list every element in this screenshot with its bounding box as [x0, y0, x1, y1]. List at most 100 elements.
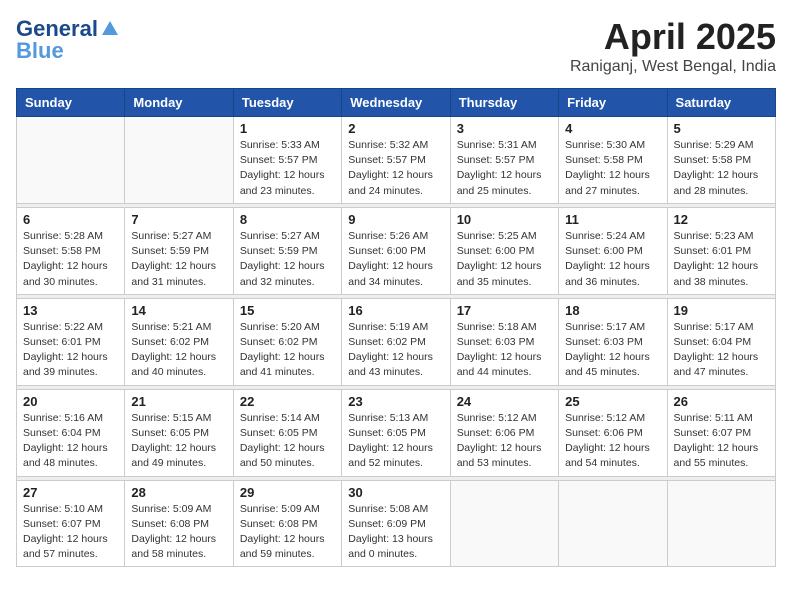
day-number: 10: [457, 212, 552, 227]
day-info: Sunrise: 5:17 AM Sunset: 6:03 PM Dayligh…: [565, 320, 660, 381]
weekday-header: Saturday: [667, 89, 775, 117]
day-number: 2: [348, 121, 443, 136]
calendar-cell: 19 Sunrise: 5:17 AM Sunset: 6:04 PM Dayli…: [667, 298, 775, 385]
day-number: 30: [348, 485, 443, 500]
day-info: Sunrise: 5:25 AM Sunset: 6:00 PM Dayligh…: [457, 229, 552, 290]
day-number: 3: [457, 121, 552, 136]
day-info: Sunrise: 5:23 AM Sunset: 6:01 PM Dayligh…: [674, 229, 769, 290]
day-number: 7: [131, 212, 226, 227]
calendar-cell: [450, 480, 558, 567]
day-info: Sunrise: 5:24 AM Sunset: 6:00 PM Dayligh…: [565, 229, 660, 290]
day-info: Sunrise: 5:28 AM Sunset: 5:58 PM Dayligh…: [23, 229, 118, 290]
day-number: 18: [565, 303, 660, 318]
day-info: Sunrise: 5:27 AM Sunset: 5:59 PM Dayligh…: [240, 229, 335, 290]
calendar-cell: 13 Sunrise: 5:22 AM Sunset: 6:01 PM Dayli…: [17, 298, 125, 385]
day-info: Sunrise: 5:08 AM Sunset: 6:09 PM Dayligh…: [348, 502, 443, 563]
day-number: 21: [131, 394, 226, 409]
calendar-cell: 1 Sunrise: 5:33 AM Sunset: 5:57 PM Daylig…: [233, 117, 341, 204]
day-info: Sunrise: 5:12 AM Sunset: 6:06 PM Dayligh…: [565, 411, 660, 472]
day-info: Sunrise: 5:10 AM Sunset: 6:07 PM Dayligh…: [23, 502, 118, 563]
calendar-cell: [559, 480, 667, 567]
day-info: Sunrise: 5:30 AM Sunset: 5:58 PM Dayligh…: [565, 138, 660, 199]
calendar-table: SundayMondayTuesdayWednesdayThursdayFrid…: [16, 88, 776, 567]
day-info: Sunrise: 5:09 AM Sunset: 6:08 PM Dayligh…: [131, 502, 226, 563]
calendar-cell: 20Sunrise: 5:16 AM Sunset: 6:04 PM Dayli…: [17, 389, 125, 476]
day-number: 29: [240, 485, 335, 500]
calendar-cell: 10 Sunrise: 5:25 AM Sunset: 6:00 PM Dayli…: [450, 207, 558, 294]
calendar-cell: 22 Sunrise: 5:14 AM Sunset: 6:05 PM Dayli…: [233, 389, 341, 476]
day-info: Sunrise: 5:27 AM Sunset: 5:59 PM Dayligh…: [131, 229, 226, 290]
logo: General Blue: [16, 16, 122, 64]
day-info: Sunrise: 5:31 AM Sunset: 5:57 PM Dayligh…: [457, 138, 552, 199]
calendar-cell: 29 Sunrise: 5:09 AM Sunset: 6:08 PM Dayli…: [233, 480, 341, 567]
day-number: 14: [131, 303, 226, 318]
calendar-cell: 14Sunrise: 5:21 AM Sunset: 6:02 PM Dayli…: [125, 298, 233, 385]
calendar-cell: 18 Sunrise: 5:17 AM Sunset: 6:03 PM Dayli…: [559, 298, 667, 385]
day-number: 1: [240, 121, 335, 136]
day-number: 19: [674, 303, 769, 318]
calendar-cell: 24 Sunrise: 5:12 AM Sunset: 6:06 PM Dayli…: [450, 389, 558, 476]
day-info: Sunrise: 5:20 AM Sunset: 6:02 PM Dayligh…: [240, 320, 335, 381]
calendar-cell: 5 Sunrise: 5:29 AM Sunset: 5:58 PM Daylig…: [667, 117, 775, 204]
day-info: Sunrise: 5:11 AM Sunset: 6:07 PM Dayligh…: [674, 411, 769, 472]
day-info: Sunrise: 5:12 AM Sunset: 6:06 PM Dayligh…: [457, 411, 552, 472]
day-info: Sunrise: 5:33 AM Sunset: 5:57 PM Dayligh…: [240, 138, 335, 199]
weekday-header: Tuesday: [233, 89, 341, 117]
day-info: Sunrise: 5:32 AM Sunset: 5:57 PM Dayligh…: [348, 138, 443, 199]
day-info: Sunrise: 5:16 AM Sunset: 6:04 PM Dayligh…: [23, 411, 118, 472]
day-info: Sunrise: 5:18 AM Sunset: 6:03 PM Dayligh…: [457, 320, 552, 381]
calendar-cell: 16Sunrise: 5:19 AM Sunset: 6:02 PM Dayli…: [342, 298, 450, 385]
weekday-header: Thursday: [450, 89, 558, 117]
day-number: 25: [565, 394, 660, 409]
location: Raniganj, West Bengal, India: [570, 58, 776, 76]
calendar-cell: 17 Sunrise: 5:18 AM Sunset: 6:03 PM Dayli…: [450, 298, 558, 385]
calendar-cell: 21 Sunrise: 5:15 AM Sunset: 6:05 PM Dayli…: [125, 389, 233, 476]
calendar-cell: 26 Sunrise: 5:11 AM Sunset: 6:07 PM Dayli…: [667, 389, 775, 476]
calendar-cell: [17, 117, 125, 204]
calendar-cell: 23 Sunrise: 5:13 AM Sunset: 6:05 PM Dayli…: [342, 389, 450, 476]
day-info: Sunrise: 5:09 AM Sunset: 6:08 PM Dayligh…: [240, 502, 335, 563]
calendar-cell: 11 Sunrise: 5:24 AM Sunset: 6:00 PM Dayli…: [559, 207, 667, 294]
day-number: 22: [240, 394, 335, 409]
calendar-cell: 25 Sunrise: 5:12 AM Sunset: 6:06 PM Dayli…: [559, 389, 667, 476]
day-number: 28: [131, 485, 226, 500]
day-number: 6: [23, 212, 118, 227]
day-info: Sunrise: 5:26 AM Sunset: 6:00 PM Dayligh…: [348, 229, 443, 290]
calendar-cell: 4 Sunrise: 5:30 AM Sunset: 5:58 PM Daylig…: [559, 117, 667, 204]
day-number: 13: [23, 303, 118, 318]
day-info: Sunrise: 5:15 AM Sunset: 6:05 PM Dayligh…: [131, 411, 226, 472]
weekday-header: Wednesday: [342, 89, 450, 117]
month-title: April 2025: [570, 16, 776, 58]
day-number: 23: [348, 394, 443, 409]
day-info: Sunrise: 5:19 AM Sunset: 6:02 PM Dayligh…: [348, 320, 443, 381]
day-number: 26: [674, 394, 769, 409]
calendar-cell: 2 Sunrise: 5:32 AM Sunset: 5:57 PM Daylig…: [342, 117, 450, 204]
day-number: 24: [457, 394, 552, 409]
logo-blue: Blue: [16, 38, 64, 64]
day-info: Sunrise: 5:13 AM Sunset: 6:05 PM Dayligh…: [348, 411, 443, 472]
day-number: 12: [674, 212, 769, 227]
day-info: Sunrise: 5:22 AM Sunset: 6:01 PM Dayligh…: [23, 320, 118, 381]
calendar-cell: 12 Sunrise: 5:23 AM Sunset: 6:01 PM Dayli…: [667, 207, 775, 294]
weekday-header: Sunday: [17, 89, 125, 117]
calendar-cell: 27 Sunrise: 5:10 AM Sunset: 6:07 PM Dayli…: [17, 480, 125, 567]
day-number: 8: [240, 212, 335, 227]
page-header: General Blue April 2025 Raniganj, West B…: [16, 16, 776, 76]
calendar-cell: 8 Sunrise: 5:27 AM Sunset: 5:59 PM Daylig…: [233, 207, 341, 294]
calendar-cell: 3 Sunrise: 5:31 AM Sunset: 5:57 PM Daylig…: [450, 117, 558, 204]
calendar-cell: 9Sunrise: 5:26 AM Sunset: 6:00 PM Daylig…: [342, 207, 450, 294]
day-number: 5: [674, 121, 769, 136]
calendar-cell: [667, 480, 775, 567]
day-number: 4: [565, 121, 660, 136]
calendar-cell: 6 Sunrise: 5:28 AM Sunset: 5:58 PM Daylig…: [17, 207, 125, 294]
day-info: Sunrise: 5:14 AM Sunset: 6:05 PM Dayligh…: [240, 411, 335, 472]
day-number: 17: [457, 303, 552, 318]
calendar-cell: 30 Sunrise: 5:08 AM Sunset: 6:09 PM Dayli…: [342, 480, 450, 567]
day-number: 27: [23, 485, 118, 500]
day-info: Sunrise: 5:29 AM Sunset: 5:58 PM Dayligh…: [674, 138, 769, 199]
logo-icon: [100, 19, 120, 39]
calendar-cell: 15Sunrise: 5:20 AM Sunset: 6:02 PM Dayli…: [233, 298, 341, 385]
day-number: 11: [565, 212, 660, 227]
weekday-header: Friday: [559, 89, 667, 117]
day-info: Sunrise: 5:17 AM Sunset: 6:04 PM Dayligh…: [674, 320, 769, 381]
